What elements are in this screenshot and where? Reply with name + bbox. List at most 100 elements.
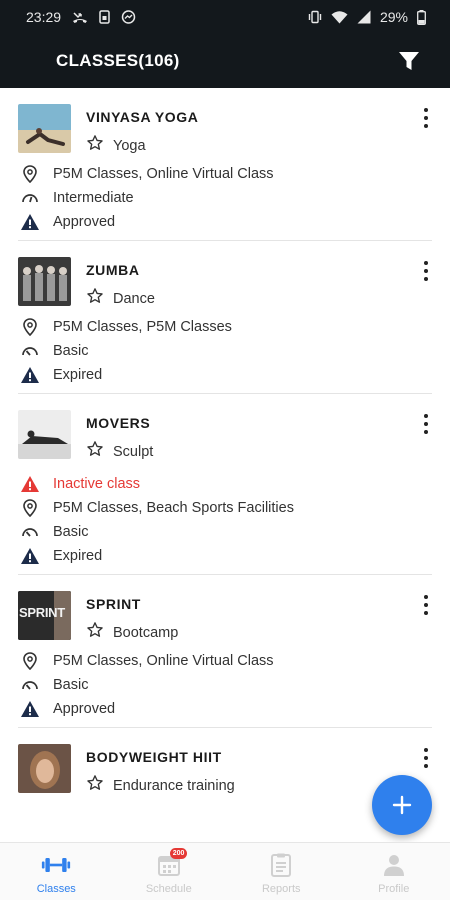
class-level: Basic xyxy=(53,677,89,693)
class-name: MOVERS xyxy=(86,415,151,431)
level-row: Basic xyxy=(20,673,432,697)
favorite-star-icon[interactable] xyxy=(86,134,104,157)
class-level: Basic xyxy=(53,343,89,359)
class-location: P5M Classes, Online Virtual Class xyxy=(53,653,274,669)
more-options-button[interactable] xyxy=(420,595,432,615)
location-pin-icon xyxy=(20,651,40,671)
level-gauge-icon xyxy=(20,522,40,542)
warning-triangle-icon xyxy=(20,365,40,385)
status-row: Expired xyxy=(20,363,432,387)
class-thumbnail xyxy=(18,410,71,459)
vibrate-icon xyxy=(308,10,322,24)
more-options-button[interactable] xyxy=(420,108,432,128)
class-name: SPRINT xyxy=(86,596,141,612)
missed-call-icon xyxy=(72,10,88,24)
notification-badge: 200 xyxy=(169,848,188,859)
bottom-nav: Classes 200 Schedule Reports Profile xyxy=(0,842,450,900)
class-name: ZUMBA xyxy=(86,262,140,278)
status-time: 23:29 xyxy=(26,9,62,25)
status-row: Approved xyxy=(20,210,432,234)
class-thumbnail xyxy=(18,744,71,793)
page-title: CLASSES(106) xyxy=(56,51,180,70)
alert-triangle-icon xyxy=(20,474,40,494)
nav-label: Reports xyxy=(261,883,301,895)
warning-triangle-icon xyxy=(20,212,40,232)
location-pin-icon xyxy=(20,164,40,184)
nav-label: Schedule xyxy=(145,883,192,895)
class-thumbnail xyxy=(18,257,71,306)
class-card[interactable]: MOVERS Sculpt Inactive class P5M Classes… xyxy=(0,394,450,574)
location-row: P5M Classes, P5M Classes xyxy=(20,315,432,339)
class-name: VINYASA YOGA xyxy=(86,109,199,125)
nav-profile[interactable]: Profile xyxy=(338,843,450,900)
more-options-button[interactable] xyxy=(420,748,432,768)
class-level: Intermediate xyxy=(53,190,134,206)
nav-label: Classes xyxy=(36,883,76,895)
person-icon xyxy=(379,852,409,878)
wifi-icon xyxy=(331,10,348,24)
level-row: Intermediate xyxy=(20,186,432,210)
class-category: Dance xyxy=(113,290,155,307)
class-card[interactable]: SPRINT SPRINT Bootcamp P5M Classes, Onli… xyxy=(0,575,450,727)
calendar-icon: 200 xyxy=(154,848,188,878)
class-category: Bootcamp xyxy=(113,624,179,641)
inactive-warning-row: Inactive class xyxy=(20,472,432,496)
class-card[interactable]: ZUMBA Dance P5M Classes, P5M Classes Bas… xyxy=(0,241,450,393)
class-status: Approved xyxy=(53,214,116,230)
class-name: BODYWEIGHT HIIT xyxy=(86,749,222,765)
nav-schedule[interactable]: 200 Schedule xyxy=(113,843,226,900)
thumbnail-text: SPRINT xyxy=(19,605,65,620)
class-card[interactable]: VINYASA YOGA Yoga P5M Classes, Online Vi… xyxy=(0,88,450,240)
class-status: Expired xyxy=(53,367,103,383)
class-thumbnail: SPRINT xyxy=(18,591,71,640)
favorite-star-icon[interactable] xyxy=(86,440,104,463)
class-thumbnail xyxy=(18,104,71,153)
class-status: Approved xyxy=(53,701,116,717)
status-row: Approved xyxy=(20,697,432,721)
sim-icon xyxy=(99,10,110,24)
favorite-star-icon[interactable] xyxy=(86,774,104,797)
battery-icon xyxy=(417,9,426,25)
filter-button[interactable] xyxy=(396,48,422,74)
location-pin-icon xyxy=(20,317,40,337)
more-options-button[interactable] xyxy=(420,414,432,434)
warning-triangle-icon xyxy=(20,699,40,719)
clipboard-icon xyxy=(266,852,296,878)
class-location: P5M Classes, P5M Classes xyxy=(53,319,232,335)
location-row: P5M Classes, Online Virtual Class xyxy=(20,162,432,186)
filter-funnel-icon xyxy=(399,52,419,70)
app-header: CLASSES(106) xyxy=(0,34,450,88)
nav-classes[interactable]: Classes xyxy=(0,843,113,900)
dumbbell-icon xyxy=(41,852,71,878)
level-row: Basic xyxy=(20,339,432,363)
location-pin-icon xyxy=(20,498,40,518)
favorite-star-icon[interactable] xyxy=(86,287,104,310)
class-location: P5M Classes, Beach Sports Facilities xyxy=(53,500,294,516)
messenger-icon xyxy=(121,9,136,25)
location-row: P5M Classes, Online Virtual Class xyxy=(20,649,432,673)
level-gauge-icon xyxy=(20,341,40,361)
nav-label: Profile xyxy=(378,883,410,895)
warning-triangle-icon xyxy=(20,546,40,566)
class-category: Sculpt xyxy=(113,443,154,460)
class-category: Endurance training xyxy=(113,777,235,794)
add-class-button[interactable] xyxy=(372,775,432,835)
class-location: P5M Classes, Online Virtual Class xyxy=(53,166,274,182)
location-row: P5M Classes, Beach Sports Facilities xyxy=(20,496,432,520)
more-options-button[interactable] xyxy=(420,261,432,281)
plus-icon xyxy=(392,795,412,815)
class-status: Expired xyxy=(53,548,103,564)
status-row: Expired xyxy=(20,544,432,568)
class-list[interactable]: VINYASA YOGA Yoga P5M Classes, Online Vi… xyxy=(0,88,450,842)
class-category: Yoga xyxy=(113,137,146,154)
status-bar: 23:29 29% xyxy=(0,0,450,34)
inactive-class-warning: Inactive class xyxy=(53,476,141,492)
level-gauge-icon xyxy=(20,675,40,695)
signal-icon xyxy=(357,10,371,24)
favorite-star-icon[interactable] xyxy=(86,621,104,644)
battery-percent: 29% xyxy=(379,9,408,25)
nav-reports[interactable]: Reports xyxy=(225,843,338,900)
level-gauge-icon xyxy=(20,188,40,208)
level-row: Basic xyxy=(20,520,432,544)
class-level: Basic xyxy=(53,524,89,540)
